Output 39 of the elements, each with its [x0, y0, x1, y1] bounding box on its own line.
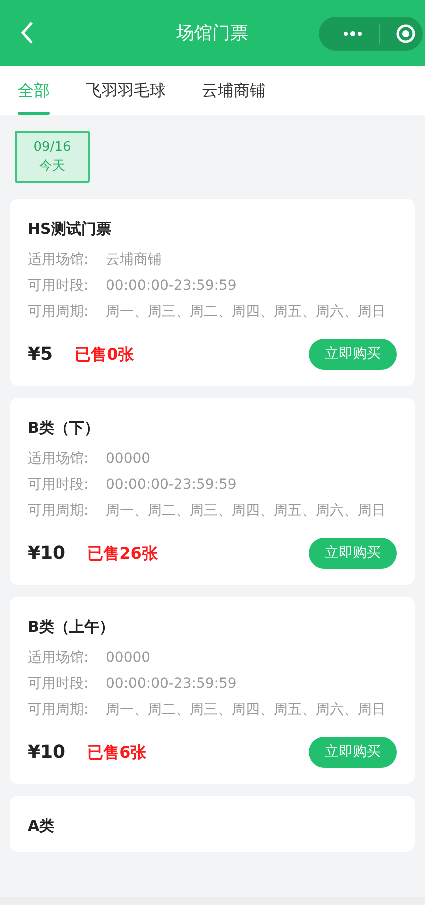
field-label: 适用场馆:	[28, 649, 90, 668]
buy-button[interactable]: 立即购买	[309, 737, 397, 768]
price: ¥10	[28, 741, 66, 765]
ticket-title: B类（下）	[28, 418, 100, 438]
field-label: 可用周期:	[28, 303, 90, 322]
ticket-title: B类（上午）	[28, 617, 116, 637]
page-title: 场馆门票	[176, 22, 248, 46]
buy-button[interactable]: 立即购买	[309, 339, 397, 370]
field-value: 周一、周二、周三、周四、周五、周六、周日	[106, 502, 387, 521]
field-value: 周一、周二、周三、周四、周五、周六、周日	[106, 701, 387, 720]
field-label: 适用场馆:	[28, 251, 90, 270]
tab[interactable]: 全部	[18, 66, 50, 115]
capsule-menu[interactable]	[319, 17, 423, 51]
date-chip[interactable]: 09/16 今天	[15, 131, 90, 183]
more-icon[interactable]	[343, 31, 363, 37]
field-label: 可用时段:	[28, 277, 90, 296]
price: ¥10	[28, 542, 66, 566]
ticket-title: HS测试门票	[28, 219, 112, 239]
field-value: 云埔商铺	[106, 251, 163, 270]
buy-button[interactable]: 立即购买	[309, 538, 397, 569]
price: ¥5	[28, 343, 54, 367]
field-value: 00:00:00-23:59:59	[106, 476, 238, 495]
field-value: 00000	[106, 649, 152, 668]
ticket-title: A类	[28, 816, 56, 836]
field-label: 可用周期:	[28, 502, 90, 521]
field-value: 00:00:00-23:59:59	[106, 277, 238, 296]
tab[interactable]: 云埔商铺	[202, 66, 266, 115]
sold-count: 已售26张	[88, 542, 158, 564]
field-label: 可用时段:	[28, 476, 90, 495]
field-label: 可用时段:	[28, 675, 90, 694]
back-icon[interactable]	[20, 21, 34, 45]
field-value: 00000	[106, 450, 152, 469]
tab[interactable]: 飞羽羽毛球	[86, 66, 166, 115]
field-label: 可用周期:	[28, 701, 90, 720]
field-value: 00:00:00-23:59:59	[106, 675, 238, 694]
field-value: 周一、周三、周二、周四、周五、周六、周日	[106, 303, 387, 322]
sold-count: 已售6张	[88, 742, 147, 764]
sold-count: 已售0张	[75, 344, 134, 366]
field-label: 适用场馆:	[28, 450, 90, 469]
